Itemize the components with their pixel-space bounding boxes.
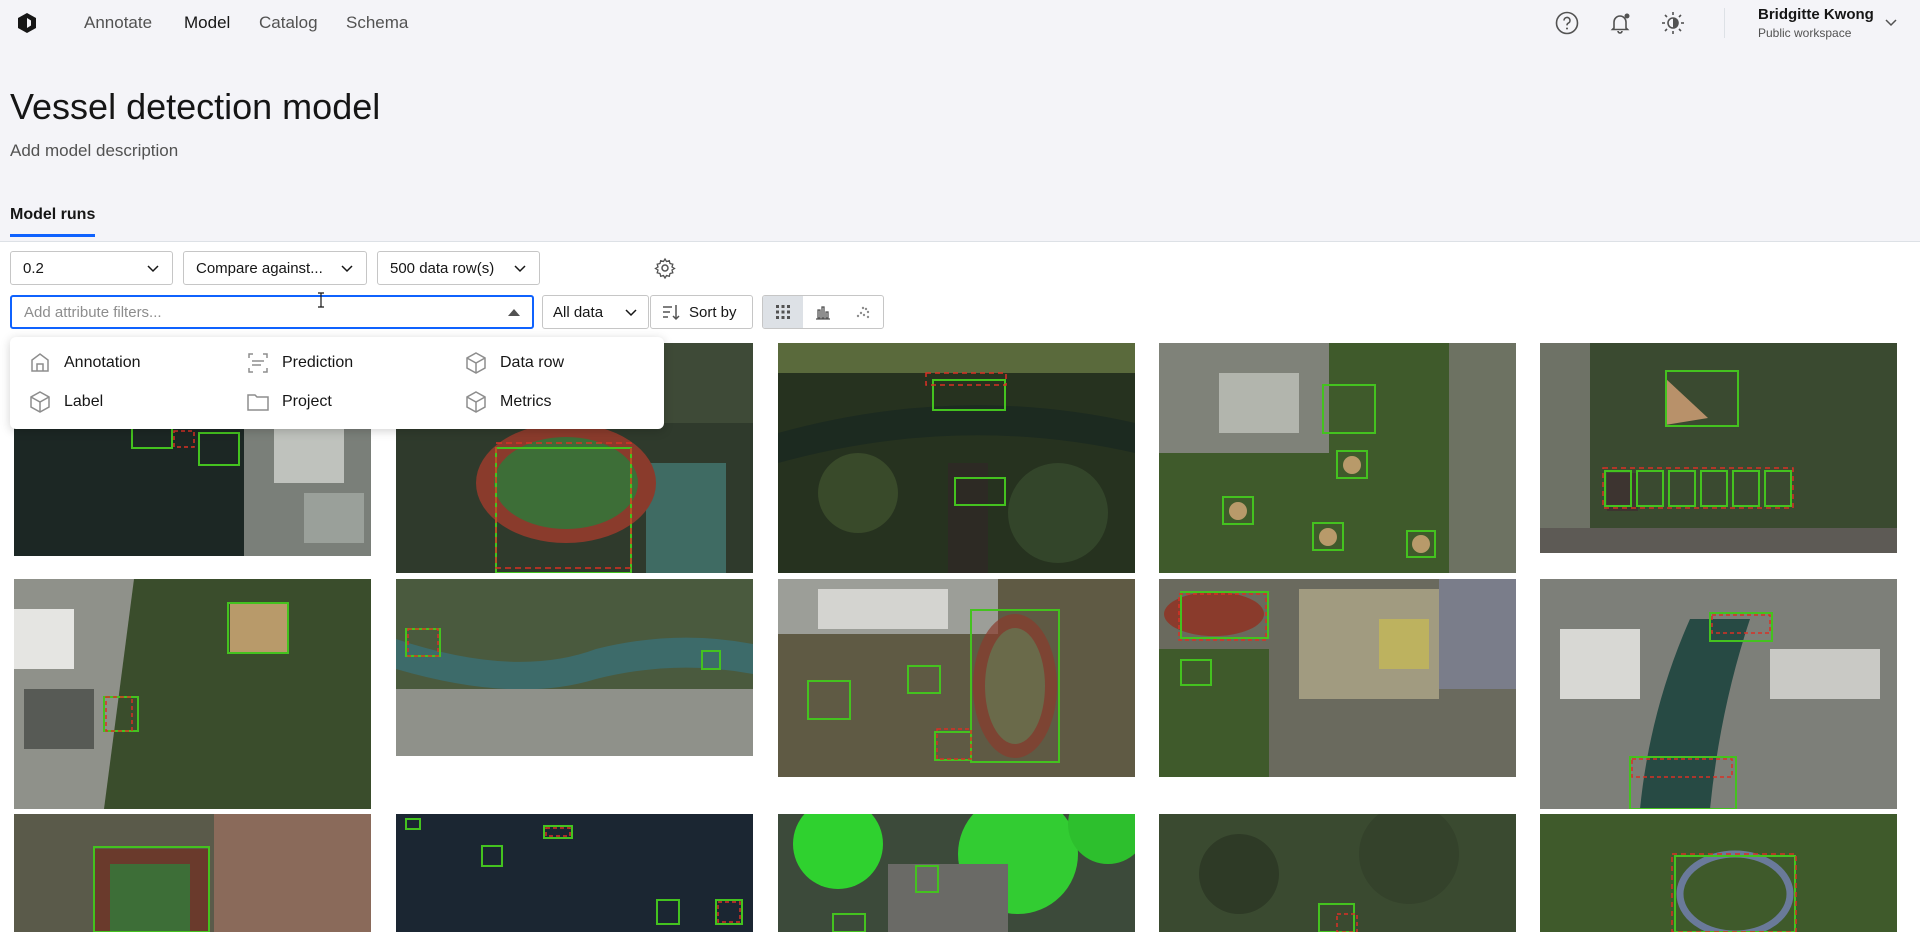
menu-item-annotation[interactable]: Annotation bbox=[28, 351, 141, 375]
sort-button[interactable]: Sort by bbox=[650, 295, 753, 329]
workspace-name: Public workspace bbox=[1758, 26, 1852, 40]
scatter-view-button[interactable] bbox=[843, 296, 883, 328]
page: Annotate Model Catalog Schema Bridgitte … bbox=[0, 0, 1920, 932]
page-title: Vessel detection model bbox=[10, 86, 381, 127]
user-name[interactable]: Bridgitte Kwong bbox=[1758, 6, 1874, 23]
cube-icon bbox=[466, 352, 486, 374]
caret-up-icon[interactable] bbox=[508, 308, 520, 316]
logo-icon[interactable] bbox=[16, 12, 38, 34]
data-row-thumbnail[interactable] bbox=[1540, 343, 1897, 553]
data-row-thumbnail[interactable] bbox=[1159, 814, 1516, 932]
folder-icon bbox=[247, 394, 269, 411]
prediction-icon bbox=[248, 353, 268, 373]
menu-item-label: Metrics bbox=[500, 393, 552, 410]
gear-icon[interactable] bbox=[654, 257, 676, 279]
scatter-view-icon bbox=[856, 306, 870, 319]
data-row-thumbnail[interactable] bbox=[1540, 579, 1897, 809]
version-value: 0.2 bbox=[23, 259, 44, 277]
chevron-down-icon bbox=[625, 309, 637, 317]
data-row-thumbnail[interactable] bbox=[1540, 814, 1897, 932]
data-row-thumbnail[interactable] bbox=[396, 579, 753, 756]
top-nav: Annotate Model Catalog Schema Bridgitte … bbox=[0, 0, 1920, 46]
data-rows-select[interactable]: 500 data row(s) bbox=[377, 251, 540, 285]
attribute-filter-menu: Annotation Prediction Data row Label Pro… bbox=[10, 337, 664, 429]
annotation-icon bbox=[31, 353, 49, 372]
compare-select[interactable]: Compare against... bbox=[183, 251, 367, 285]
menu-item-label: Prediction bbox=[282, 354, 354, 371]
text-cursor-icon bbox=[318, 292, 324, 308]
menu-item-label: Label bbox=[64, 393, 104, 410]
menu-item-label[interactable]: Label bbox=[28, 390, 103, 414]
menu-item-metrics[interactable]: Metrics bbox=[464, 390, 552, 414]
chevron-down-icon[interactable] bbox=[1883, 14, 1899, 30]
data-row-grid bbox=[0, 343, 1920, 932]
theme-icon[interactable] bbox=[1660, 10, 1686, 36]
sort-label: Sort by bbox=[689, 303, 737, 321]
data-row-thumbnail[interactable] bbox=[14, 814, 371, 932]
cube-icon bbox=[466, 391, 486, 413]
chart-view-icon bbox=[816, 306, 830, 320]
data-row-thumbnail[interactable] bbox=[778, 343, 1135, 573]
chevron-down-icon bbox=[514, 265, 526, 273]
chevron-down-icon bbox=[341, 265, 353, 273]
scope-select[interactable]: All data bbox=[542, 295, 649, 329]
nav-divider bbox=[1724, 8, 1725, 38]
compare-value: Compare against... bbox=[196, 259, 323, 277]
nav-model[interactable]: Model bbox=[184, 13, 230, 33]
scope-value: All data bbox=[553, 303, 604, 321]
version-select[interactable]: 0.2 bbox=[10, 251, 173, 285]
nav-annotate[interactable]: Annotate bbox=[84, 13, 152, 33]
sort-icon bbox=[663, 305, 680, 321]
data-row-thumbnail[interactable] bbox=[1159, 579, 1516, 777]
menu-item-prediction[interactable]: Prediction bbox=[246, 351, 353, 375]
data-row-thumbnail[interactable] bbox=[778, 579, 1135, 777]
grid-view-button[interactable] bbox=[763, 296, 803, 328]
notification-icon[interactable] bbox=[1607, 10, 1633, 36]
data-row-thumbnail[interactable] bbox=[1159, 343, 1516, 573]
model-description[interactable]: Add model description bbox=[10, 141, 178, 161]
menu-item-label: Project bbox=[282, 393, 332, 410]
tab-model-runs[interactable]: Model runs bbox=[10, 206, 96, 237]
nav-schema[interactable]: Schema bbox=[346, 13, 408, 33]
menu-item-label: Annotation bbox=[64, 354, 141, 371]
attribute-filter-input[interactable] bbox=[24, 303, 494, 321]
data-row-thumbnail[interactable] bbox=[396, 814, 753, 932]
view-toggle bbox=[762, 295, 884, 329]
grid-view-icon bbox=[776, 305, 790, 319]
chart-view-button[interactable] bbox=[803, 296, 843, 328]
cube-icon bbox=[30, 391, 50, 413]
chevron-down-icon bbox=[147, 265, 159, 273]
help-icon[interactable] bbox=[1554, 10, 1580, 36]
menu-item-project[interactable]: Project bbox=[246, 390, 332, 414]
data-rows-value: 500 data row(s) bbox=[390, 259, 495, 277]
nav-catalog[interactable]: Catalog bbox=[259, 13, 318, 33]
attribute-filter-field[interactable] bbox=[10, 295, 534, 329]
menu-item-data-row[interactable]: Data row bbox=[464, 351, 564, 375]
menu-item-label: Data row bbox=[500, 354, 565, 371]
data-row-thumbnail[interactable] bbox=[778, 814, 1135, 932]
data-row-thumbnail[interactable] bbox=[14, 579, 371, 809]
